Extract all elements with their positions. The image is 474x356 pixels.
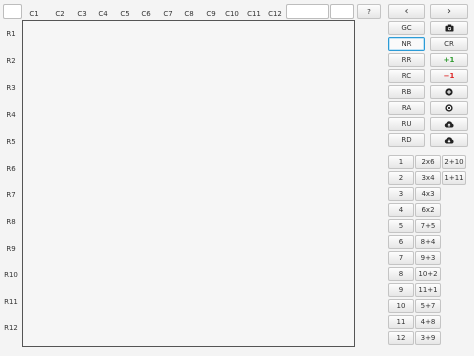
row-header-r10: R10 — [4, 271, 18, 279]
expression-button-2[interactable]: 3x4 — [415, 171, 441, 185]
rd-button[interactable]: RD — [388, 133, 425, 147]
cloud-upload-icon — [444, 120, 454, 127]
row-header-r9: R9 — [6, 245, 16, 253]
cloud-upload-button[interactable] — [430, 117, 468, 131]
expression-button-2-plus-10[interactable]: 2+10 — [442, 155, 466, 169]
column-header-c2: C2 — [55, 10, 65, 18]
number-button-6[interactable]: 6 — [388, 235, 414, 249]
number-button-11[interactable]: 11 — [388, 315, 414, 329]
next-button[interactable]: › — [430, 4, 468, 19]
number-button-8[interactable]: 8 — [388, 267, 414, 281]
rc-button[interactable]: RC — [388, 69, 425, 83]
zoom-in-button[interactable] — [430, 85, 468, 99]
minus-one-button[interactable]: −1 — [430, 69, 468, 83]
row-header-r2: R2 — [6, 57, 16, 65]
expression-button-12[interactable]: 3+9 — [415, 331, 441, 345]
column-header-c11: C11 — [247, 10, 261, 18]
small-input-field[interactable] — [330, 4, 354, 19]
column-header-c4: C4 — [98, 10, 108, 18]
row-header-r4: R4 — [6, 111, 16, 119]
nr-button[interactable]: NR — [388, 37, 425, 51]
number-button-7[interactable]: 7 — [388, 251, 414, 265]
column-header-c12: C12 — [268, 10, 282, 18]
value-input-field[interactable] — [286, 4, 329, 19]
expression-button-5[interactable]: 7+5 — [415, 219, 441, 233]
ru-button[interactable]: RU — [388, 117, 425, 131]
number-button-4[interactable]: 4 — [388, 203, 414, 217]
rr-button[interactable]: RR — [388, 53, 425, 67]
expression-button-6[interactable]: 8+4 — [415, 235, 441, 249]
row-header-r6: R6 — [6, 165, 16, 173]
row-header-r1: R1 — [6, 30, 16, 38]
expression-button-9[interactable]: 11+1 — [415, 283, 441, 297]
row-header-r7: R7 — [6, 191, 16, 199]
rb-button[interactable]: RB — [388, 85, 425, 99]
number-button-12[interactable]: 12 — [388, 331, 414, 345]
cloud-download-icon — [444, 136, 454, 143]
cloud-download-button[interactable] — [430, 133, 468, 147]
number-button-5[interactable]: 5 — [388, 219, 414, 233]
zoom-in-icon — [445, 88, 453, 96]
cr-button[interactable]: CR — [430, 37, 468, 51]
column-header-c6: C6 — [141, 10, 151, 18]
camera-icon — [445, 24, 453, 32]
row-header-r11: R11 — [4, 298, 18, 306]
number-button-1[interactable]: 1 — [388, 155, 414, 169]
zoom-out-button[interactable] — [430, 101, 468, 115]
number-button-9[interactable]: 9 — [388, 283, 414, 297]
zoom-out-icon — [445, 104, 453, 112]
gc-button[interactable]: GC — [388, 21, 425, 35]
expression-button-4[interactable]: 6x2 — [415, 203, 441, 217]
row-header-r5: R5 — [6, 138, 16, 146]
expression-button-8[interactable]: 10+2 — [415, 267, 441, 281]
expression-button-10[interactable]: 5+7 — [415, 299, 441, 313]
expression-button-3[interactable]: 4x3 — [415, 187, 441, 201]
plus-one-button[interactable]: +1 — [430, 53, 468, 67]
expression-button-11[interactable]: 4+8 — [415, 315, 441, 329]
number-button-2[interactable]: 2 — [388, 171, 414, 185]
expression-button-1-plus-11[interactable]: 1+11 — [442, 171, 466, 185]
help-button[interactable]: ? — [357, 4, 381, 19]
camera-button[interactable] — [430, 21, 468, 35]
row-header-r3: R3 — [6, 84, 16, 92]
ra-button[interactable]: RA — [388, 101, 425, 115]
row-header-r8: R8 — [6, 218, 16, 226]
row-header-r12: R12 — [4, 324, 18, 332]
number-button-3[interactable]: 3 — [388, 187, 414, 201]
column-header-c5: C5 — [120, 10, 130, 18]
expression-button-7[interactable]: 9+3 — [415, 251, 441, 265]
column-header-c7: C7 — [163, 10, 173, 18]
column-header-c8: C8 — [184, 10, 194, 18]
column-header-c1: C1 — [29, 10, 39, 18]
previous-button[interactable]: ‹ — [388, 4, 425, 19]
left-input-field[interactable] — [3, 4, 22, 19]
column-header-c10: C10 — [225, 10, 239, 18]
expression-button-1[interactable]: 2x6 — [415, 155, 441, 169]
number-button-10[interactable]: 10 — [388, 299, 414, 313]
grid-canvas[interactable] — [22, 20, 355, 347]
column-header-c9: C9 — [206, 10, 216, 18]
column-header-c3: C3 — [77, 10, 87, 18]
